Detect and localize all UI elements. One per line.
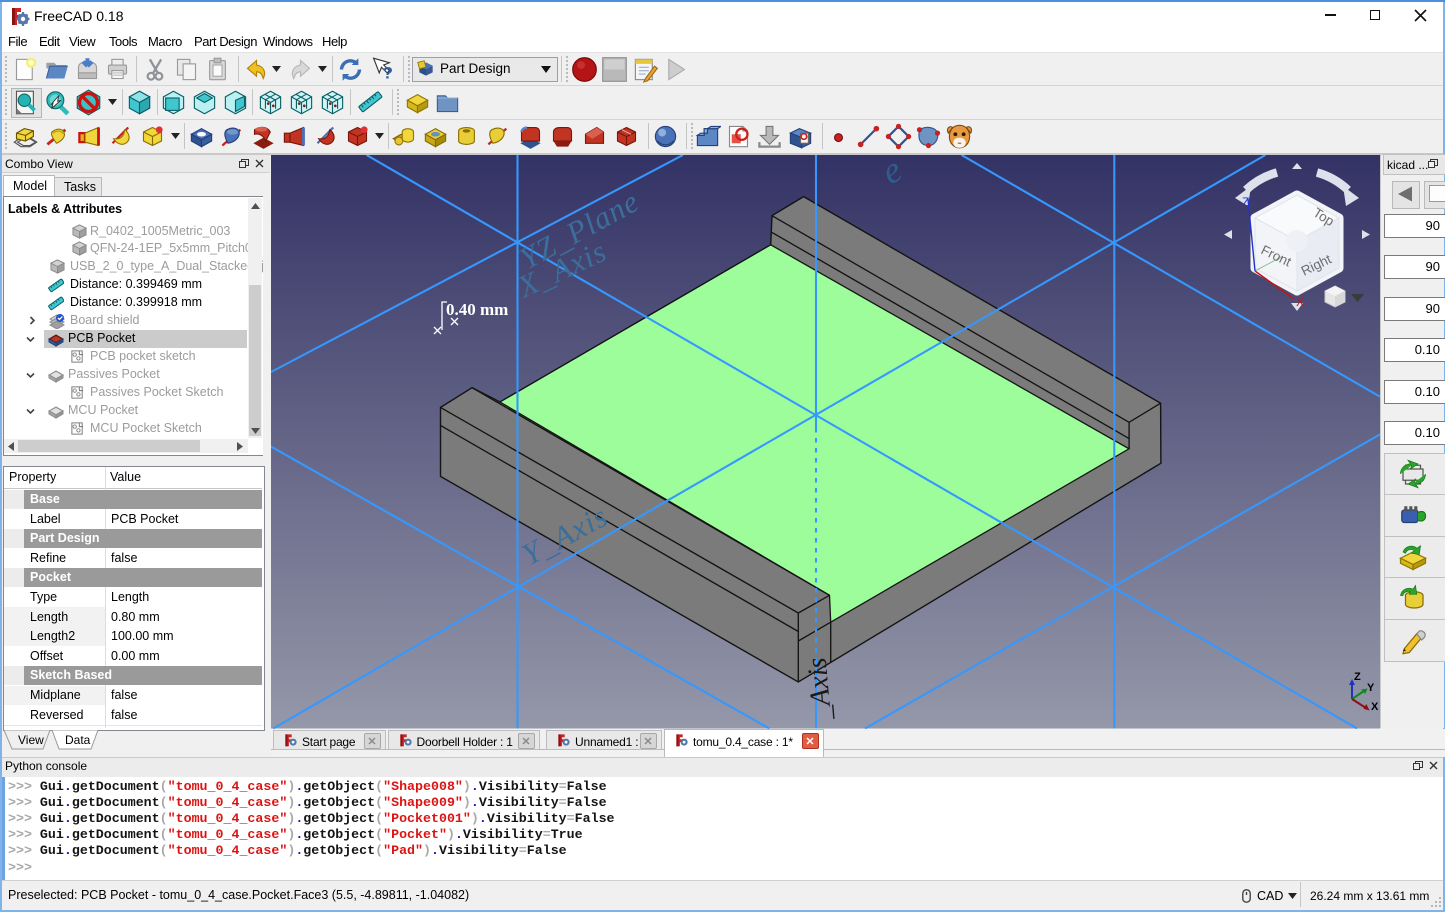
svg-text:0.40 mm: 0.40 mm [446,300,508,319]
svg-text:Z: Z [1242,195,1249,209]
svg-text:Data: Data [65,733,91,747]
svg-text:Y: Y [1367,682,1375,694]
svg-text:_Axis: _Axis [802,656,838,722]
svg-text:X: X [1296,295,1304,309]
svg-text:View: View [18,733,44,747]
svg-text:X: X [1371,701,1379,713]
svg-text:?: ? [383,64,393,83]
svg-text:Z: Z [1354,671,1361,683]
